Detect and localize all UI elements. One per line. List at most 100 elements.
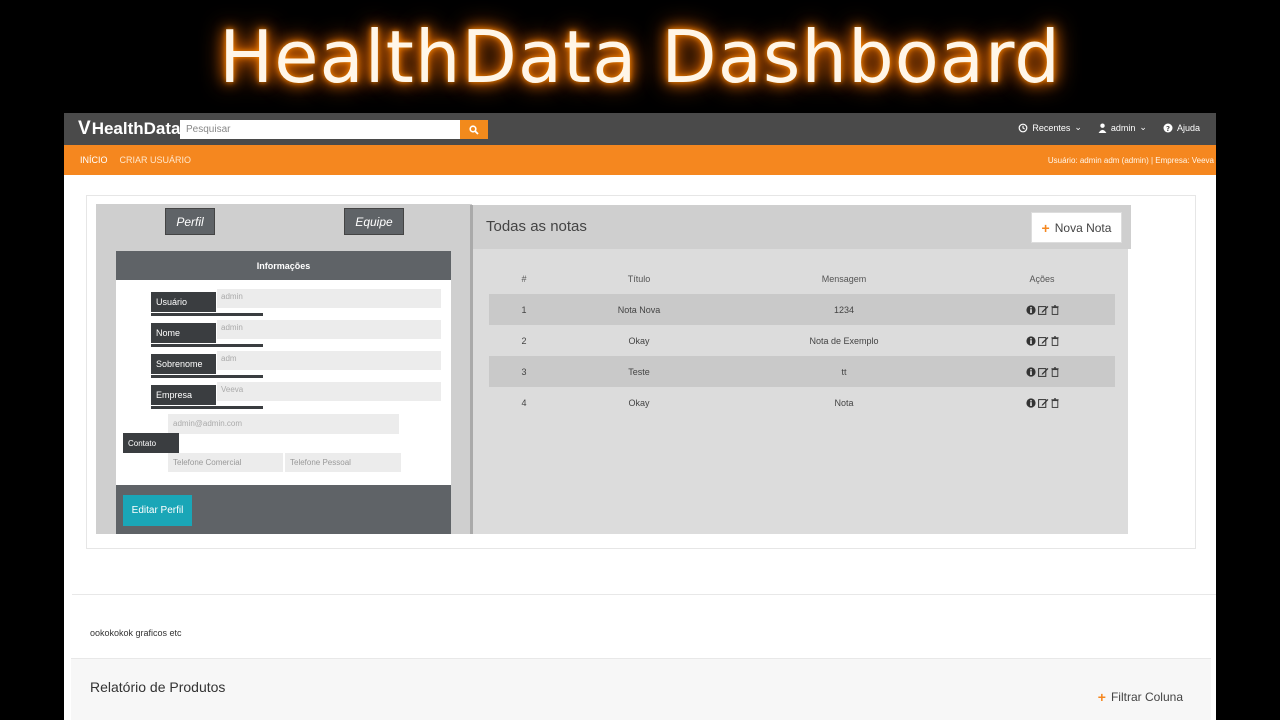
field-value[interactable]: admin <box>217 320 441 339</box>
chevron-down-icon: ⌄ <box>1139 122 1147 132</box>
tab-perfil[interactable]: Perfil <box>165 208 215 235</box>
filter-label: Filtrar Coluna <box>1110 690 1183 704</box>
app-window: V HealthData Recentes ⌄ admin ⌄ ? Ajuda <box>64 113 1216 720</box>
info-icon[interactable] <box>1025 335 1036 346</box>
plus-icon: + <box>1041 219 1050 236</box>
field-label: Nome <box>151 323 263 347</box>
help-label: Ajuda <box>1176 122 1200 133</box>
user-menu[interactable]: admin ⌄ <box>1098 122 1147 133</box>
field-value[interactable]: admin <box>217 289 441 308</box>
info-heading: Informações <box>116 251 451 280</box>
banner: HealthData Dashboard <box>0 0 1280 112</box>
trash-icon[interactable] <box>1050 304 1059 315</box>
svg-text:?: ? <box>1166 125 1170 133</box>
logo-mark: V <box>78 118 91 139</box>
help-menu[interactable]: ? Ajuda <box>1163 123 1200 133</box>
edit-icon[interactable] <box>1037 305 1049 315</box>
history-icon <box>1018 123 1028 132</box>
edit-icon[interactable] <box>1037 367 1049 377</box>
product-report-panel: Relatório de Produtos + Filtrar Coluna <box>71 658 1211 720</box>
table-row[interactable]: 1 Nota Nova 1234 <box>489 294 1115 325</box>
user-info: Usuário: admin adm (admin) | Empresa: Ve… <box>1047 156 1214 165</box>
notes-title: Todas as notas <box>486 218 587 235</box>
plus-icon: + <box>1097 689 1106 705</box>
row-id: 2 <box>521 335 527 346</box>
row-message: 1234 <box>833 304 855 315</box>
field-value[interactable]: adm <box>217 351 441 370</box>
contact-label: Contato <box>123 433 179 453</box>
field-value[interactable]: Veeva <box>217 382 441 401</box>
table-row[interactable]: 4 Okay Nota <box>489 387 1115 418</box>
notes-header: Todas as notas + Nova Nota <box>473 205 1131 249</box>
recent-menu[interactable]: Recentes ⌄ <box>1018 122 1082 133</box>
banner-title: HealthData Dashboard <box>219 15 1061 99</box>
business-phone-field[interactable]: Telefone Comercial <box>168 453 283 472</box>
user-icon <box>1098 123 1107 133</box>
logo[interactable]: V HealthData <box>78 118 181 140</box>
logo-text: HealthData <box>91 119 181 138</box>
row-id: 3 <box>521 366 527 377</box>
column-header: Ações <box>1029 273 1055 284</box>
nav-bar: INÍCIO CRIAR USUÁRIO Usuário: admin adm … <box>64 145 1216 175</box>
main-nav: INÍCIO CRIAR USUÁRIO <box>80 155 191 165</box>
new-note-button[interactable]: + Nova Nota <box>1031 212 1122 243</box>
table-row[interactable]: 2 Okay Nota de Exemplo <box>489 325 1115 356</box>
trash-icon[interactable] <box>1050 397 1059 408</box>
row-message: Nota de Exemplo <box>809 335 879 346</box>
info-body: Usuário admin Nome admin Sobrenome adm E… <box>116 280 451 485</box>
field-label: Usuário <box>151 292 263 316</box>
row-actions <box>969 366 1115 377</box>
email-field[interactable]: admin@admin.com <box>168 414 399 434</box>
edit-profile-button[interactable]: Editar Perfil <box>123 495 192 526</box>
edit-icon[interactable] <box>1037 336 1049 346</box>
notes-panel: Todas as notas + Nova Nota # Título Mens… <box>470 205 1131 534</box>
report-title: Relatório de Produtos <box>90 679 226 695</box>
table-header: # Título Mensagem Ações <box>489 263 1115 294</box>
row-actions <box>969 397 1115 408</box>
row-id: 4 <box>521 397 527 408</box>
info-icon[interactable] <box>1025 366 1036 377</box>
column-header: # <box>521 273 527 284</box>
info-icon[interactable] <box>1025 304 1036 315</box>
column-header: Título <box>627 273 651 284</box>
profile-footer: Editar Perfil <box>116 485 451 534</box>
search-bar <box>180 120 488 139</box>
row-actions <box>969 335 1115 346</box>
nav-item-inicio[interactable]: INÍCIO <box>80 155 108 165</box>
row-title: Nota Nova <box>617 304 661 315</box>
trash-icon[interactable] <box>1050 366 1059 377</box>
row-message: Nota <box>834 397 854 408</box>
row-title: Okay <box>628 335 650 346</box>
field-usuario: Usuário admin <box>151 289 441 316</box>
field-label: Sobrenome <box>151 354 263 378</box>
search-icon <box>469 124 479 135</box>
search-input[interactable] <box>180 120 460 139</box>
tab-equipe[interactable]: Equipe <box>344 208 404 235</box>
table-row[interactable]: 3 Teste tt <box>489 356 1115 387</box>
filter-column-button[interactable]: + Filtrar Coluna <box>1098 689 1183 705</box>
nav-item-criar-usuario[interactable]: CRIAR USUÁRIO <box>120 155 192 165</box>
field-sobrenome: Sobrenome adm <box>151 351 441 378</box>
row-message: tt <box>841 366 847 377</box>
new-note-label: Nova Nota <box>1054 220 1112 235</box>
section-divider <box>72 594 1216 595</box>
column-header: Mensagem <box>821 273 867 284</box>
trash-icon[interactable] <box>1050 335 1059 346</box>
row-title: Teste <box>628 366 650 377</box>
edit-icon[interactable] <box>1037 398 1049 408</box>
chevron-down-icon: ⌄ <box>1074 122 1082 132</box>
search-button[interactable] <box>460 120 488 139</box>
info-icon[interactable] <box>1025 397 1036 408</box>
top-right-menu: Recentes ⌄ admin ⌄ ? Ajuda <box>1018 122 1200 133</box>
row-id: 1 <box>521 304 527 315</box>
help-icon: ? <box>1163 123 1173 133</box>
charts-placeholder-text: ookokokok graficos etc <box>90 628 182 638</box>
top-bar: V HealthData Recentes ⌄ admin ⌄ ? Ajuda <box>64 113 1216 145</box>
recent-label: Recentes <box>1032 122 1071 133</box>
field-empresa: Empresa Veeva <box>151 382 441 409</box>
user-label: admin <box>1110 122 1136 133</box>
field-label: Empresa <box>151 385 263 409</box>
profile-panel: Perfil Equipe Informações Usuário admin … <box>96 204 472 534</box>
personal-phone-field[interactable]: Telefone Pessoal <box>285 453 401 472</box>
notes-table: # Título Mensagem Ações 1 Nota Nova 1234… <box>489 263 1115 418</box>
